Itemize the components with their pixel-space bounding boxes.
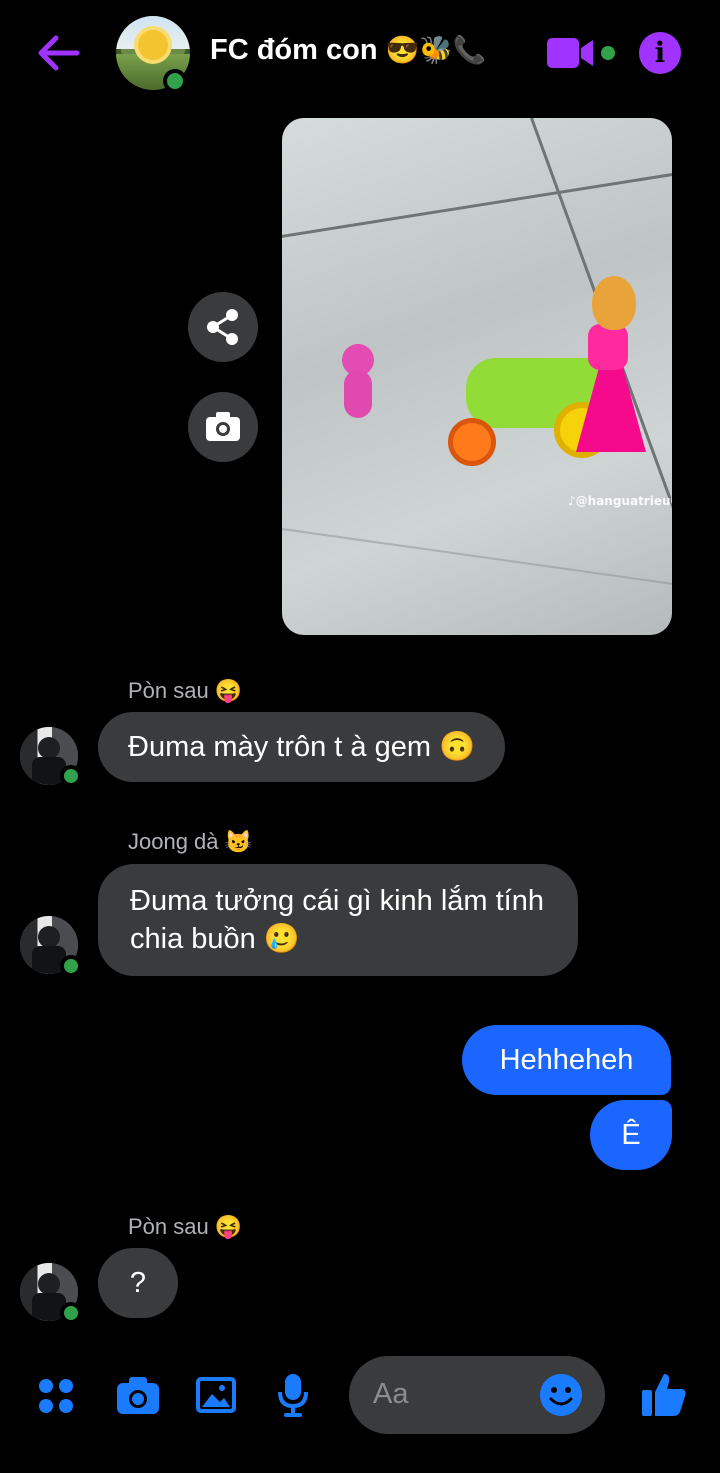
- gallery-icon[interactable]: [194, 1374, 238, 1416]
- chat-header: FC đóm con 😎🐝📞 i: [0, 0, 720, 108]
- message-line: Đuma tưởng cái gì kinh lắm tính: [130, 885, 545, 917]
- online-indicator: [60, 955, 82, 977]
- title-text: FC đóm con: [210, 34, 378, 66]
- message-bubble[interactable]: Đuma tưởng cái gì kinh lắm tính chia buồ…: [98, 864, 579, 976]
- sender-name: Joong dà 😼: [128, 829, 253, 854]
- camera-icon: [206, 412, 240, 441]
- outgoing-message-bubble[interactable]: Hehheheh: [462, 1025, 671, 1095]
- outgoing-message-bubble[interactable]: Ê: [590, 1100, 672, 1170]
- apps-grid-icon[interactable]: [36, 1376, 76, 1416]
- emoji-icon[interactable]: [540, 1374, 582, 1416]
- message-bubble[interactable]: Đuma mày trôn t à gem 🙃: [98, 712, 506, 782]
- online-indicator: [60, 765, 82, 787]
- online-indicator: [163, 69, 187, 93]
- share-icon: [207, 309, 238, 345]
- message-bubble[interactable]: ?: [98, 1248, 178, 1318]
- info-icon[interactable]: i: [639, 32, 681, 74]
- conversation-title[interactable]: FC đóm con 😎🐝📞: [210, 34, 486, 67]
- pink-baby-toy: [338, 344, 378, 430]
- shared-photo[interactable]: ♪@hanguatrieu00: [282, 118, 672, 635]
- camera-button[interactable]: [188, 392, 258, 462]
- thumbs-up-icon[interactable]: [640, 1370, 688, 1418]
- tiktok-watermark: ♪@hanguatrieu00: [568, 494, 672, 508]
- camera-icon[interactable]: [115, 1374, 161, 1416]
- sender-name: Pòn sau 😝: [128, 678, 243, 703]
- video-call-icon[interactable]: [547, 36, 619, 70]
- microphone-icon[interactable]: [276, 1372, 310, 1418]
- message-composer: Aa: [0, 1356, 720, 1436]
- input-placeholder: Aa: [373, 1378, 409, 1410]
- share-button[interactable]: [188, 292, 258, 362]
- toy-tricycle-with-doll: [442, 276, 652, 468]
- sender-name: Pòn sau 😝: [128, 1214, 243, 1239]
- message-line: chia buồn 🥲: [130, 923, 300, 955]
- online-indicator: [60, 1302, 82, 1324]
- back-arrow-icon[interactable]: [36, 34, 80, 72]
- message-input[interactable]: Aa: [349, 1356, 605, 1434]
- title-emojis: 😎🐝📞: [385, 35, 487, 65]
